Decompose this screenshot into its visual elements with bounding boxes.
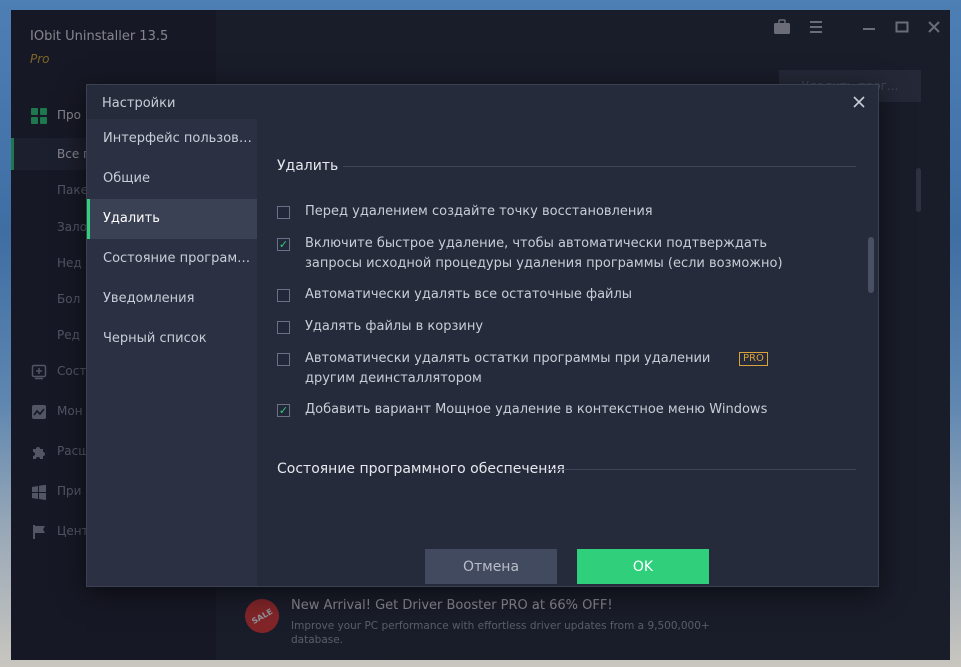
settings-dialog: Настройки Интерфейс пользоват... Общие У… (86, 84, 879, 587)
dialog-close-button[interactable] (850, 93, 868, 111)
section-title-uninstall: Удалить (277, 158, 339, 174)
section-divider (547, 469, 856, 470)
option-label: Добавить вариант Мощное удаление в конте… (305, 402, 768, 417)
settings-tab-interface[interactable]: Интерфейс пользоват... (87, 119, 257, 159)
checkbox[interactable] (277, 353, 290, 366)
settings-tab-uninstall[interactable]: Удалить (87, 199, 257, 239)
option-label: Автоматически удалять остатки программы … (305, 351, 711, 386)
settings-tab-general[interactable]: Общие (87, 159, 257, 199)
cancel-button[interactable]: Отмена (425, 549, 557, 584)
checkmark-icon: ✓ (278, 238, 289, 251)
dialog-title: Настройки (102, 96, 176, 111)
checkbox[interactable]: ✓ (277, 404, 290, 417)
close-icon (853, 93, 865, 112)
pro-badge: PRO (739, 352, 768, 366)
option-label: Включите быстрое удаление, чтобы автомат… (305, 236, 783, 271)
section-divider (343, 166, 856, 167)
checkbox[interactable]: ✓ (277, 238, 290, 251)
checkbox[interactable] (277, 321, 290, 334)
ok-button[interactable]: OK (577, 549, 709, 584)
settings-tab-notifications[interactable]: Уведомления (87, 279, 257, 319)
checkmark-icon: ✓ (278, 404, 289, 417)
checkbox[interactable] (277, 289, 290, 302)
option-label: Перед удалением создайте точку восстанов… (305, 204, 653, 219)
section-title-software-health: Состояние программного обеспечения (277, 461, 565, 477)
settings-tab-blacklist[interactable]: Черный список (87, 319, 257, 359)
content-scrollbar[interactable] (868, 237, 874, 293)
settings-tab-software-health[interactable]: Состояние программ... (87, 239, 257, 279)
settings-sidebar: Интерфейс пользоват... Общие Удалить Сос… (87, 119, 257, 586)
settings-content: Удалить Перед удалением создайте точку в… (257, 119, 878, 586)
option-label: Автоматически удалять все остаточные фай… (305, 287, 633, 302)
option-label: Удалять файлы в корзину (305, 319, 484, 334)
checkbox[interactable] (277, 206, 290, 219)
